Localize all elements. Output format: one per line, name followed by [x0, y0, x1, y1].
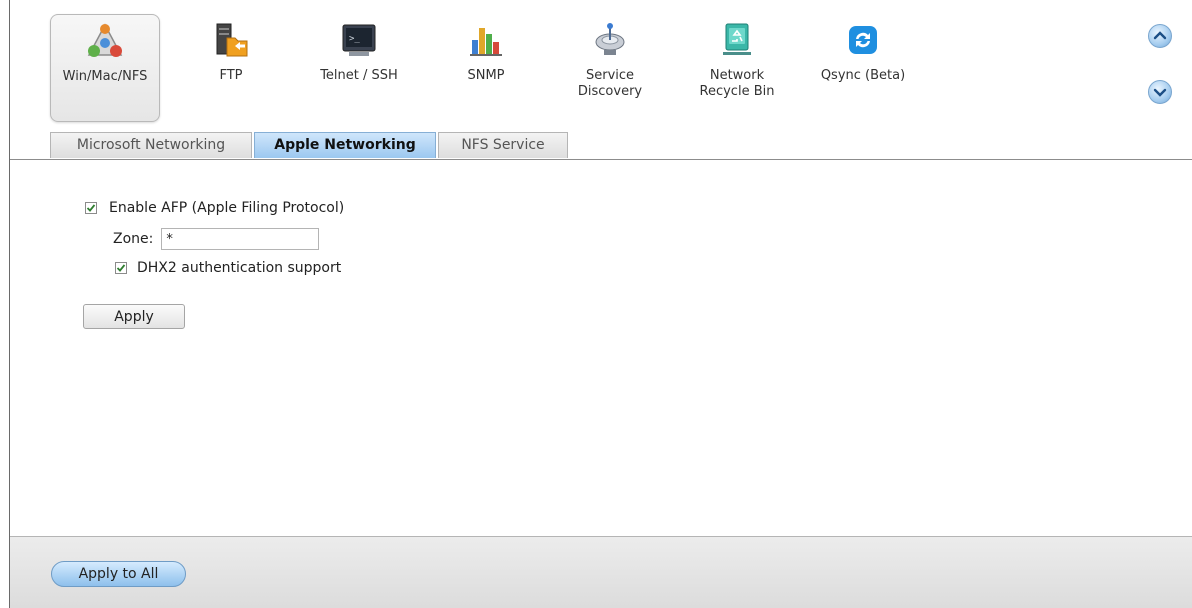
toolbar-item-label: Service Discovery: [577, 68, 643, 99]
toolbar-item-network-recycle-bin[interactable]: Network Recycle Bin: [682, 14, 792, 122]
checkmark-icon: [86, 204, 96, 212]
toolbar-item-qsync[interactable]: Qsync (Beta): [808, 14, 918, 122]
chevron-up-icon: [1153, 31, 1167, 40]
toolbar-item-label: Network Recycle Bin: [699, 68, 775, 99]
network-file-sharing-icon: [87, 23, 123, 57]
app-toolbar: Win/Mac/NFS FTP >_ Telnet / SSH SNMP Ser…: [10, 0, 1192, 135]
toolbar-item-label: Win/Mac/NFS: [62, 69, 148, 84]
toolbar-item-service-discovery[interactable]: Service Discovery: [555, 14, 665, 122]
enable-afp-checkbox[interactable]: [85, 202, 97, 214]
dhx2-checkbox[interactable]: [115, 262, 127, 274]
toolbar-item-snmp[interactable]: SNMP: [431, 14, 541, 122]
toolbar-item-telnet-ssh[interactable]: >_ Telnet / SSH: [304, 14, 414, 122]
terminal-icon: >_: [342, 24, 376, 56]
ftp-folder-icon: [216, 23, 248, 57]
bar-chart-icon: [470, 28, 502, 56]
apple-networking-panel: Enable AFP (Apple Filing Protocol) Zone:…: [10, 160, 1192, 536]
enable-afp-row: Enable AFP (Apple Filing Protocol): [85, 200, 344, 216]
satellite-dish-icon: [595, 23, 625, 55]
toolbar-item-label: Telnet / SSH: [320, 68, 398, 83]
tab-bar: Microsoft Networking Apple Networking NF…: [10, 132, 1192, 160]
toolbar-item-ftp[interactable]: FTP: [176, 14, 286, 122]
zone-label: Zone:: [113, 231, 154, 247]
svg-text:>_: >_: [349, 34, 360, 44]
toolbar-item-label: Qsync (Beta): [820, 68, 906, 83]
toolbar-item-label: FTP: [219, 68, 243, 83]
zone-row: Zone:: [113, 228, 320, 250]
apply-button[interactable]: Apply: [83, 304, 185, 329]
apply-to-all-button[interactable]: Apply to All: [51, 561, 186, 587]
chevron-down-icon: [1153, 88, 1167, 97]
checkmark-icon: [116, 264, 126, 272]
recycle-bin-icon: [723, 23, 751, 55]
dhx2-label: DHX2 authentication support: [137, 260, 342, 276]
sync-icon: [849, 26, 877, 54]
tab-nfs-service[interactable]: NFS Service: [438, 132, 568, 158]
toolbar-scroll-up-button[interactable]: [1148, 24, 1172, 48]
toolbar-item-label: SNMP: [467, 68, 505, 83]
tab-microsoft-networking[interactable]: Microsoft Networking: [50, 132, 252, 158]
toolbar-scroll-down-button[interactable]: [1148, 80, 1172, 104]
toolbar-item-win-mac-nfs[interactable]: Win/Mac/NFS: [50, 14, 160, 122]
enable-afp-label: Enable AFP (Apple Filing Protocol): [109, 200, 345, 216]
tab-apple-networking[interactable]: Apple Networking: [254, 132, 436, 158]
dhx2-row: DHX2 authentication support: [115, 260, 341, 276]
zone-input[interactable]: [161, 228, 320, 250]
footer-bar: Apply to All: [10, 536, 1192, 608]
